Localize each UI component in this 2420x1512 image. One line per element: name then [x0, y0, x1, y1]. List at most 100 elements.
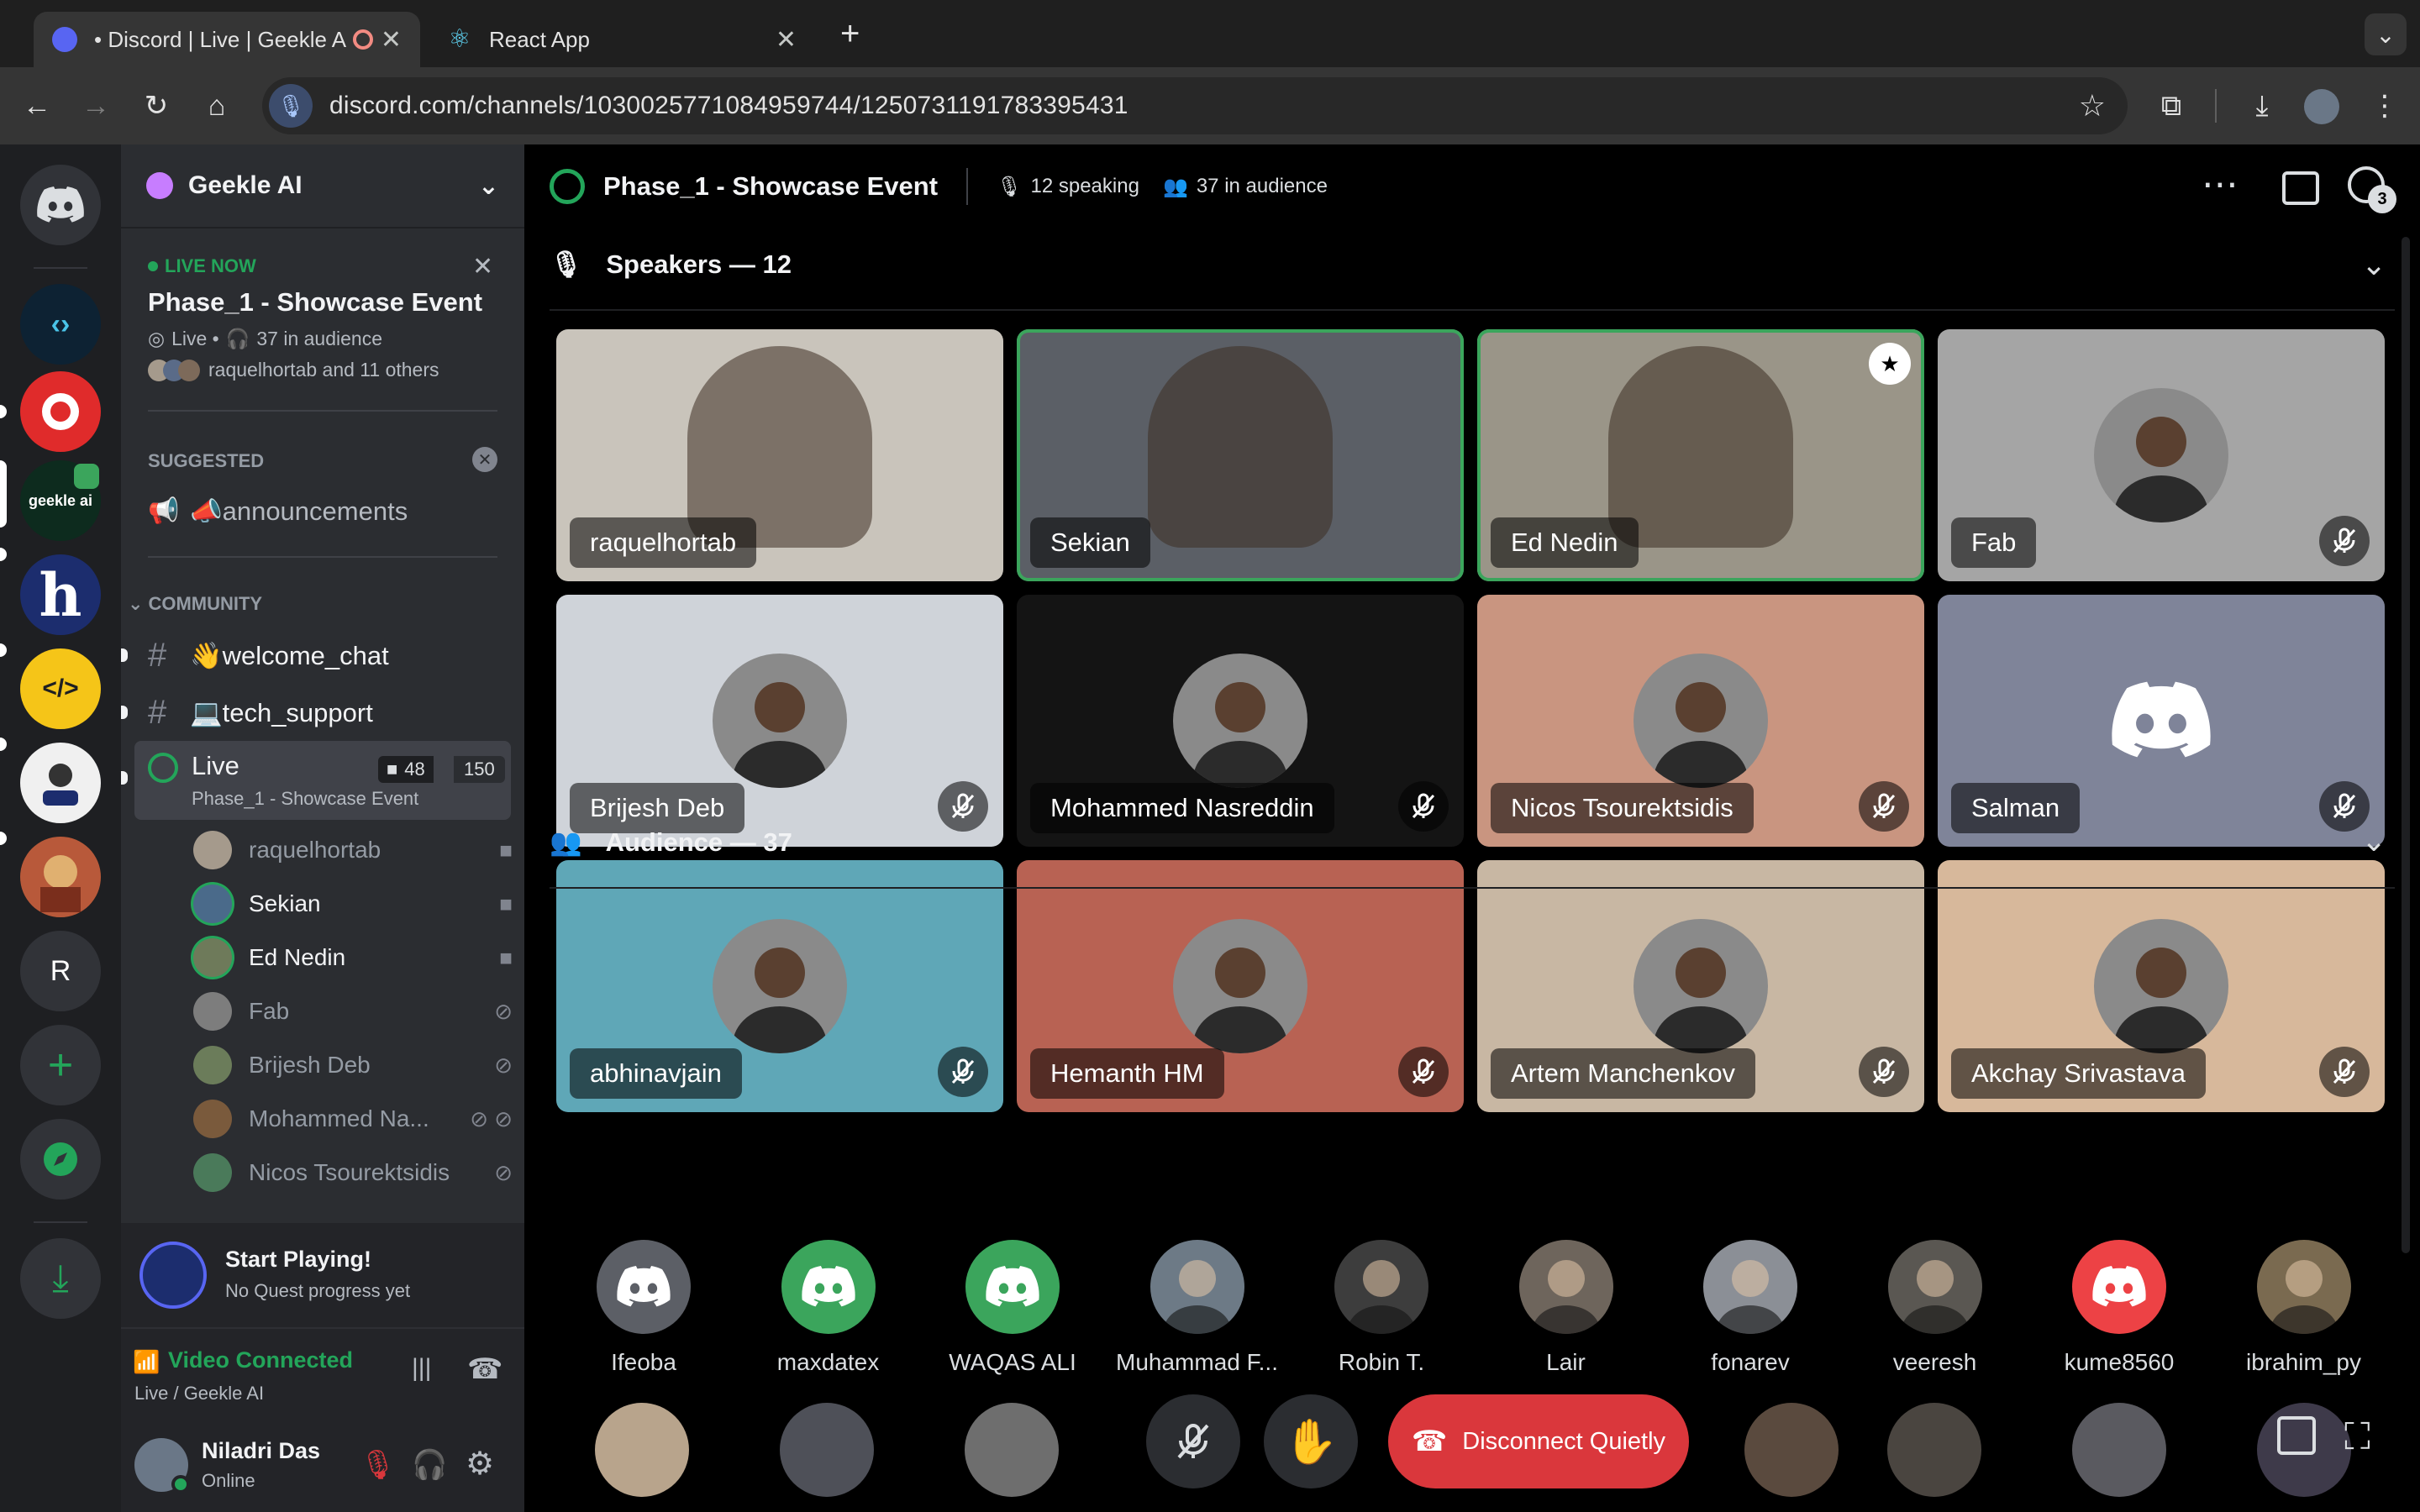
settings-gear-icon[interactable]: ⚙ [466, 1445, 494, 1483]
server-icon-h[interactable]: h [20, 554, 101, 635]
muted-mic-button[interactable] [1146, 1394, 1240, 1488]
audience-member[interactable]: ibrahim_py [2220, 1240, 2388, 1376]
profile-avatar[interactable] [2304, 89, 2339, 124]
audience-member[interactable]: Ifeoba [560, 1240, 728, 1376]
voice-member[interactable]: Sekian ■ [193, 880, 513, 927]
audience-header[interactable]: 👥 Audience — 37 [550, 827, 792, 858]
raise-hand-button[interactable]: ✋ [1264, 1394, 1358, 1488]
collapse-speakers-icon[interactable]: ⌄ [2361, 247, 2386, 282]
audience-member[interactable]: fonarev [1666, 1240, 1834, 1376]
tab-react-app[interactable]: ⚛ React App ✕ [429, 12, 815, 67]
scrollbar[interactable] [2402, 237, 2410, 1253]
muted-mic-icon[interactable]: 🎙 [360, 1448, 396, 1482]
audience-avatar-partial[interactable] [1744, 1403, 1839, 1497]
disconnect-quietly-button[interactable]: ☎ Disconnect Quietly [1388, 1394, 1689, 1488]
close-tab-icon[interactable]: ✕ [776, 25, 797, 55]
microphone-permission-icon[interactable]: 🎙 [269, 84, 313, 128]
audience-avatar-partial[interactable] [1887, 1403, 1981, 1497]
address-bar[interactable]: 🎙 discord.com/channels/10300257710849597… [262, 77, 2128, 134]
close-banner-icon[interactable]: ✕ [472, 252, 493, 281]
audience-avatar-partial[interactable] [2072, 1403, 2166, 1497]
live-now-banner[interactable]: LIVE NOW Phase_1 - Showcase Event ◎ Live… [148, 255, 501, 381]
voice-member[interactable]: Mohammed Na... ⊘ ⊘ [193, 1095, 513, 1142]
back-icon[interactable]: ← [15, 84, 59, 128]
voice-member[interactable]: Fab ⊘ [193, 988, 513, 1035]
tab-search-icon[interactable]: ⌄ [2365, 13, 2407, 55]
voice-member[interactable]: Brijesh Deb ⊘ [193, 1042, 513, 1089]
audience-member[interactable]: Muhammad F... [1113, 1240, 1281, 1376]
channel-live-stage[interactable]: Live Phase_1 - Showcase Event ■ 48 150 [134, 741, 511, 820]
muted-mic-icon [938, 1047, 988, 1097]
speaker-tile[interactable]: Sekian [1017, 329, 1464, 581]
discover-compass-icon[interactable] [20, 1119, 101, 1200]
server-icon-art[interactable] [20, 837, 101, 917]
headphones-icon[interactable]: 🎧 [412, 1448, 447, 1482]
speaker-tile[interactable]: Ed Nedin ★ [1477, 329, 1924, 581]
selected-pill [0, 460, 7, 528]
speaker-tile[interactable]: abhinavjain [556, 860, 1003, 1112]
speaker-tile[interactable]: Mohammed Nasreddin [1017, 595, 1464, 847]
noise-suppression-icon[interactable]: ||| [412, 1354, 431, 1383]
server-icon-david-bombal[interactable] [20, 743, 101, 823]
speaker-tile[interactable]: Nicos Tsourektsidis [1477, 595, 1924, 847]
channel-welcome-chat[interactable]: # 👋welcome_chat [134, 628, 511, 682]
home-icon[interactable]: ⌂ [195, 84, 239, 128]
voice-member[interactable]: Ed Nedin ■ [193, 934, 513, 981]
stage-header: Phase_1 - Showcase Event 🎙 12 speaking 👥… [524, 144, 2420, 228]
user-name[interactable]: Niladri Das [202, 1438, 320, 1464]
quest-card[interactable]: Start Playing! No Quest progress yet [121, 1223, 524, 1327]
dismiss-suggested-icon[interactable]: ✕ [472, 447, 497, 472]
server-icon-code[interactable]: ‹› [20, 284, 101, 365]
discord-home-icon[interactable] [20, 165, 101, 245]
voice-member[interactable]: Nicos Tsourektsidis ⊘ [193, 1149, 513, 1196]
inbox-icon[interactable] [2282, 171, 2319, 205]
speaker-tile[interactable]: Hemanth HM [1017, 860, 1464, 1112]
audience-member[interactable]: WAQAS ALI [929, 1240, 1097, 1376]
speaker-tile[interactable]: Artem Manchenkov [1477, 860, 1924, 1112]
server-icon-s[interactable] [20, 371, 101, 452]
close-tab-icon[interactable]: ✕ [381, 25, 402, 55]
channel-tech-support[interactable]: # 💻tech_support [134, 685, 511, 739]
more-options-icon[interactable]: ⋯ [2202, 163, 2238, 206]
audience-avatar-partial[interactable] [780, 1403, 874, 1497]
voice-status[interactable]: Video Connected [168, 1347, 353, 1373]
new-tab-button[interactable]: + [840, 15, 860, 53]
reload-icon[interactable]: ↻ [134, 84, 178, 128]
voice-member[interactable]: raquelhortab ■ [193, 827, 513, 874]
tab-discord[interactable]: • Discord | Live | Geekle A ✕ [34, 12, 420, 67]
speaker-tile[interactable]: Brijesh Deb [556, 595, 1003, 847]
extensions-icon[interactable]: ⧉ [2149, 84, 2193, 128]
speaker-tile[interactable]: Salman [1938, 595, 2385, 847]
audience-avatar-partial[interactable] [965, 1403, 1059, 1497]
audience-member[interactable]: Robin T. [1297, 1240, 1465, 1376]
download-icon[interactable]: ⤓ [2240, 84, 2284, 128]
url-text[interactable]: discord.com/channels/1030025771084959744… [329, 92, 1128, 120]
audience-member[interactable]: Lair [1482, 1240, 1650, 1376]
disconnect-phone-icon[interactable]: ☎ [467, 1352, 502, 1386]
add-server-icon[interactable]: + [20, 1025, 101, 1105]
speaker-tile[interactable]: Akchay Srivastava [1938, 860, 2385, 1112]
server-icon-code-yellow[interactable]: </> [20, 648, 101, 729]
audience-member[interactable]: kume8560 [2035, 1240, 2203, 1376]
popout-icon[interactable] [2277, 1416, 2316, 1455]
server-icon-r[interactable]: R [20, 931, 101, 1011]
audience-member[interactable]: veeresh [1851, 1240, 2019, 1376]
speakers-header[interactable]: 🎙 Speakers — 12 [550, 249, 792, 280]
audience-name: WAQAS ALI [949, 1349, 1076, 1375]
forward-icon[interactable]: → [74, 84, 118, 128]
browser-menu-icon[interactable]: ⋮ [2363, 84, 2407, 128]
download-apps-icon[interactable]: ⤓ [20, 1238, 101, 1319]
raise-hand-icon: ✋ [1283, 1417, 1339, 1467]
speaker-tile[interactable]: Fab [1938, 329, 2385, 581]
guild-header[interactable]: Geekle AI ⌄ [121, 144, 524, 228]
bookmark-star-icon[interactable]: ☆ [2079, 88, 2106, 123]
audience-avatar-partial[interactable] [595, 1403, 689, 1497]
avatar [193, 885, 232, 923]
audience-member[interactable]: maxdatex [744, 1240, 913, 1376]
speaker-tile[interactable]: raquelhortab [556, 329, 1003, 581]
fullscreen-icon[interactable]: ⛶ [2344, 1416, 2370, 1458]
collapse-audience-icon[interactable]: ⌄ [2361, 823, 2386, 858]
suggested-channel-announcements[interactable]: 📢 📣announcements [134, 484, 511, 538]
category-community[interactable]: ⌄ COMMUNITY [128, 593, 262, 615]
voice-location[interactable]: Live / Geekle AI [134, 1383, 264, 1404]
